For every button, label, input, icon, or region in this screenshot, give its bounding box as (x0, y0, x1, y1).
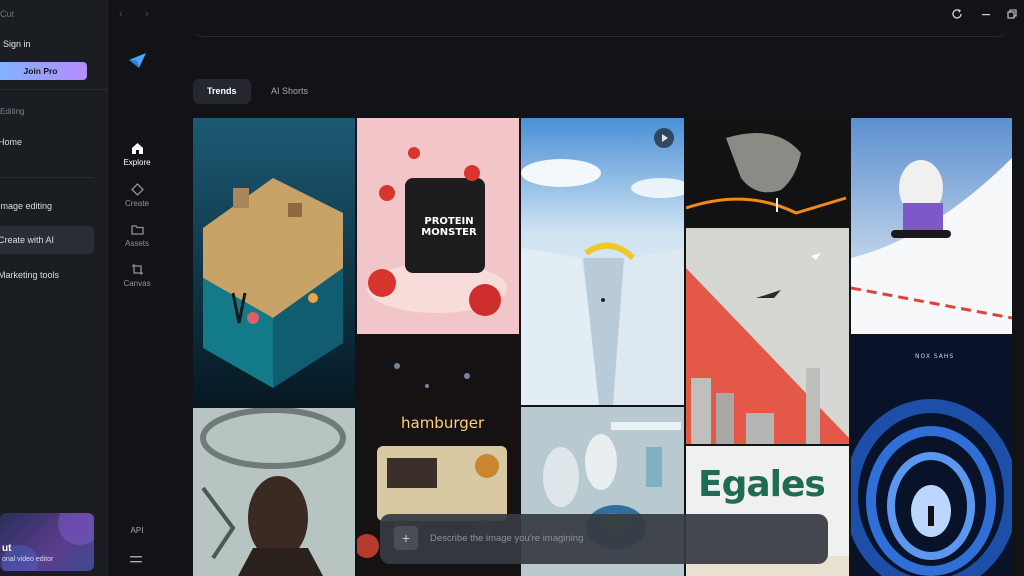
left-drawer: Cut Sign in Join Pro Editing Home Image … (0, 0, 108, 576)
tab-ai-shorts[interactable]: AI Shorts (257, 79, 322, 104)
rail-label: Create (124, 199, 149, 208)
brand-name: Cut (0, 9, 15, 19)
snowboard-bear-image (851, 118, 1012, 334)
rail-label: Assets (124, 239, 149, 248)
app-logo-icon[interactable] (127, 51, 147, 69)
red-city-image (686, 228, 849, 444)
prompt-input[interactable] (430, 526, 810, 550)
play-icon[interactable] (654, 128, 674, 148)
api-link[interactable]: API (109, 526, 165, 535)
poster-title-text: NOX SAHS (915, 353, 955, 360)
top-search-bar-edge (193, 0, 1008, 37)
rail-item-create[interactable]: Create (109, 183, 165, 208)
rail-item-canvas[interactable]: Canvas (109, 263, 165, 288)
drawer-item-home[interactable]: Home (0, 128, 94, 156)
gallery-tile-protein-monster[interactable]: PROTEIN MONSTER (357, 118, 519, 334)
divider (0, 177, 94, 178)
rail-label: Canvas (123, 279, 151, 288)
drawer-item-create-with-ai[interactable]: Create with AI (0, 226, 94, 254)
diamond-icon (130, 183, 144, 196)
rail-item-assets[interactable]: Assets (109, 223, 165, 248)
prompt-bar: + (380, 514, 828, 564)
gallery-tile-blue-vortex[interactable]: NOX SAHS (851, 336, 1012, 576)
promo-card[interactable]: ut onal video editor (0, 513, 94, 571)
hamburger-neon-text: hamburger (401, 414, 485, 432)
gallery-tile-snowboard-bear[interactable] (851, 118, 1012, 334)
promo-title: ut (2, 543, 12, 554)
icon-rail: Explore Create Assets Canvas API (109, 0, 165, 576)
cyborg-portrait-image (193, 408, 355, 576)
section-label-editing: Editing (0, 107, 25, 116)
drawer-item-image-editing[interactable]: Image editing (0, 192, 94, 220)
back-arrow-icon[interactable]: ‹ (119, 8, 123, 20)
divider (0, 89, 108, 90)
egales-sign-text: Egales (698, 464, 826, 505)
sign-in-link[interactable]: Sign in (3, 39, 31, 49)
app-window: Cut Sign in Join Pro Editing Home Image … (0, 0, 1024, 576)
gallery-tile-underwater-island[interactable] (193, 118, 355, 406)
menu-icon[interactable] (129, 553, 143, 565)
rail-label: Explore (123, 158, 151, 167)
forward-arrow-icon[interactable]: › (145, 8, 149, 20)
vortex-poster-image (851, 336, 1012, 576)
gallery-tile-red-city[interactable] (686, 228, 849, 444)
add-attachment-button[interactable]: + (394, 526, 418, 550)
promo-subtitle: onal video editor (2, 556, 54, 563)
gallery-tile-paraglider-canyon[interactable] (521, 118, 684, 405)
home-icon (131, 143, 143, 154)
gallery-tile-stone-face[interactable] (686, 118, 849, 226)
folder-icon (130, 225, 144, 235)
snow-canyon-image (521, 118, 684, 405)
gallery-tile-cyborg-portrait[interactable] (193, 408, 355, 576)
stone-face-image (686, 118, 849, 226)
crop-icon (131, 264, 143, 275)
rail-item-explore[interactable]: Explore (109, 142, 165, 167)
tab-trends[interactable]: Trends (193, 79, 251, 104)
underwater-island-image (193, 118, 355, 406)
drawer-item-marketing-tools[interactable]: Marketing tools (0, 261, 94, 289)
join-pro-button[interactable]: Join Pro (0, 62, 87, 80)
protein-label-text: PROTEIN MONSTER (421, 216, 477, 238)
